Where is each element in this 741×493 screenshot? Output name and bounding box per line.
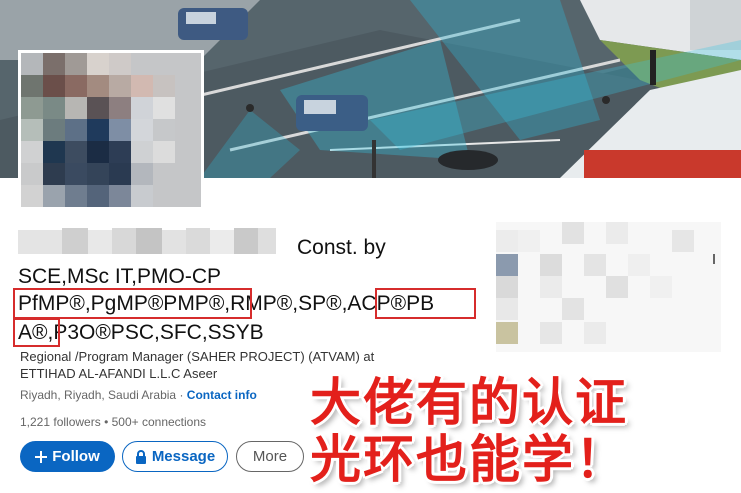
location-row: Riyadh, Riyadh, Saudi Arabia · Contact i… xyxy=(20,388,257,402)
location-separator: · xyxy=(179,388,184,402)
name-redacted xyxy=(18,228,276,254)
network-stats: 1,221 followers • 500+ connections xyxy=(20,415,206,429)
avatar[interactable] xyxy=(18,50,204,210)
follow-button[interactable]: Follow xyxy=(20,441,115,472)
plus-icon xyxy=(35,450,48,463)
connections-separator: • xyxy=(104,415,109,429)
highlight-box-acp-pb xyxy=(375,288,476,319)
headline-line-2: SCE,MSc IT,PMO-CP xyxy=(18,265,222,288)
location-text: Riyadh, Riyadh, Saudi Arabia xyxy=(20,388,177,402)
lock-icon xyxy=(135,449,147,464)
highlight-box-a xyxy=(13,318,60,347)
scrollbar-marker xyxy=(713,254,715,264)
follow-label: Follow xyxy=(52,448,100,465)
message-label: Message xyxy=(151,448,216,465)
overlay-caption-line-2: 光环也能学！ xyxy=(310,431,629,490)
contact-info-link[interactable]: Contact info xyxy=(187,388,257,402)
redacted-side-panel xyxy=(496,222,721,352)
connections-count[interactable]: 500+ connections xyxy=(112,415,206,429)
more-label: More xyxy=(252,448,288,465)
followers-count[interactable]: 1,221 followers xyxy=(20,415,101,429)
headline-suffix: Const. by xyxy=(297,236,386,259)
highlight-box-pfmp-pgmp-pmp xyxy=(13,288,252,319)
message-button[interactable]: Message xyxy=(122,441,228,472)
more-button[interactable]: More xyxy=(236,441,304,472)
